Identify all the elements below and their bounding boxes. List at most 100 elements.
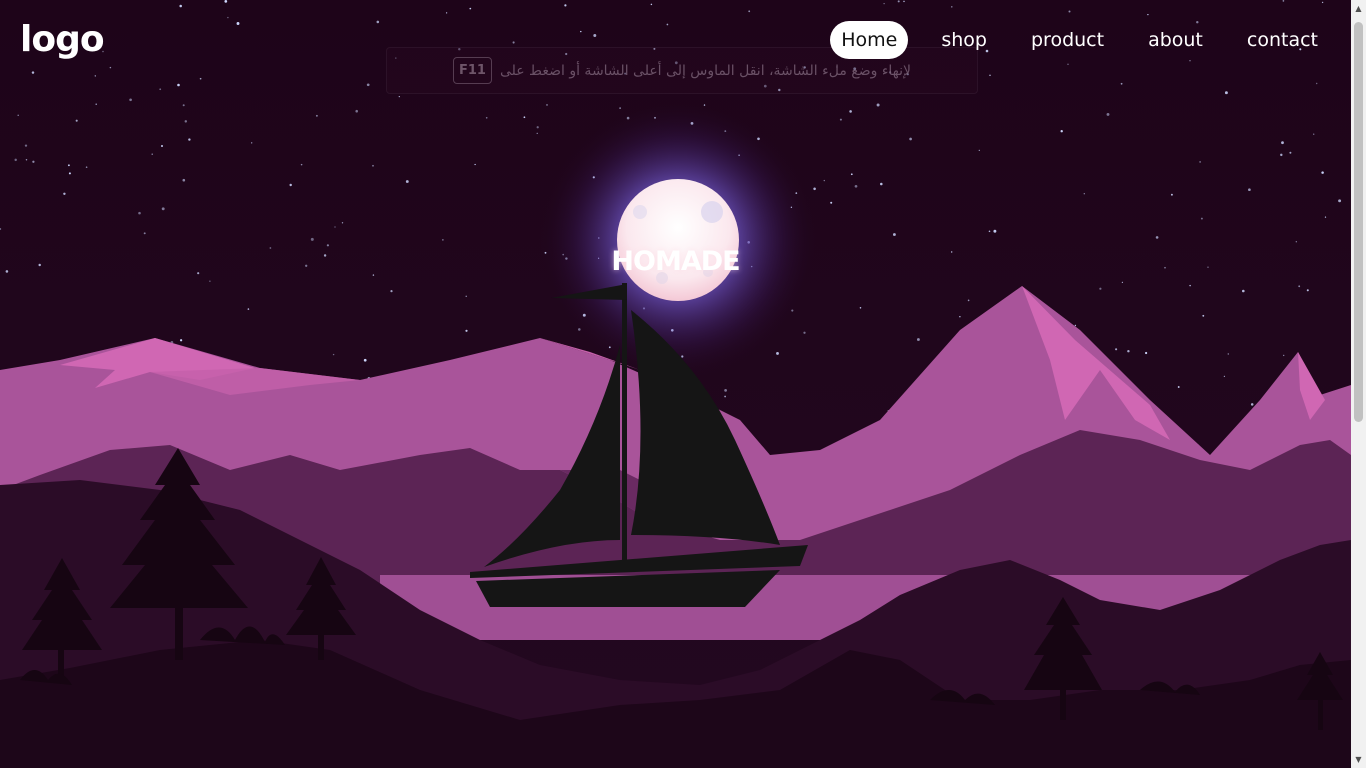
star [224, 0, 228, 3]
star [465, 329, 468, 332]
page-viewport: logo Home shop product about contact لإن… [0, 0, 1351, 768]
vertical-scrollbar[interactable]: ▲ ▼ [1351, 0, 1366, 768]
nav-shop[interactable]: shop [930, 21, 998, 59]
star [1147, 13, 1149, 16]
star [24, 144, 28, 147]
star [465, 295, 467, 297]
star [1120, 82, 1123, 85]
star [967, 299, 970, 302]
star [1289, 151, 1292, 154]
star [159, 88, 162, 91]
star [177, 83, 180, 87]
star [227, 16, 229, 19]
star [1227, 353, 1230, 355]
star [109, 66, 112, 69]
star [1223, 375, 1226, 378]
star [341, 222, 344, 224]
star [1283, 354, 1285, 357]
star [850, 173, 853, 176]
star [978, 149, 980, 152]
star [25, 159, 28, 161]
star [469, 7, 472, 10]
star [161, 145, 163, 147]
star [1067, 63, 1069, 65]
star [17, 114, 19, 117]
star [1338, 199, 1342, 203]
hero-title: HOMADE [611, 246, 740, 277]
star [199, 77, 202, 80]
star [989, 74, 991, 77]
star [536, 126, 539, 129]
scroll-thumb[interactable] [1354, 22, 1363, 422]
star [897, 0, 900, 3]
star [883, 2, 885, 5]
logo[interactable]: logo [20, 16, 105, 64]
star [830, 201, 833, 204]
star [666, 23, 669, 26]
star [151, 153, 153, 155]
star [650, 3, 653, 6]
star [523, 116, 526, 119]
star [748, 10, 751, 13]
star [1315, 82, 1318, 85]
star [332, 353, 335, 356]
star [1121, 281, 1124, 284]
star [474, 163, 476, 166]
star [988, 230, 991, 233]
star [63, 192, 66, 196]
star [1083, 193, 1085, 195]
star [1144, 351, 1148, 355]
star [376, 20, 380, 24]
star [1060, 130, 1063, 133]
star [1281, 141, 1284, 145]
star [1200, 217, 1203, 220]
star [94, 75, 96, 77]
star [1321, 1, 1324, 4]
star [619, 107, 621, 109]
nav-contact[interactable]: contact [1236, 21, 1329, 59]
star [823, 179, 825, 182]
star [1224, 91, 1228, 95]
nav-home[interactable]: Home [830, 21, 909, 59]
night-landscape-illustration [0, 0, 1351, 768]
star [813, 187, 816, 191]
star [1170, 193, 1173, 196]
star [803, 331, 806, 334]
star [366, 83, 370, 87]
star [355, 109, 358, 113]
star [442, 239, 444, 241]
star [724, 395, 726, 398]
star [1248, 188, 1251, 192]
star [546, 103, 548, 106]
star [138, 211, 141, 215]
scroll-up-icon[interactable]: ▲ [1351, 0, 1366, 17]
fullscreen-tip-text: لإنهاء وضع ملء الشاشة، انقل الماوس إلى أ… [499, 62, 912, 79]
star [580, 30, 582, 33]
star [892, 233, 896, 236]
star [161, 207, 165, 211]
star [182, 104, 185, 107]
star [405, 180, 409, 183]
scroll-down-icon[interactable]: ▼ [1351, 751, 1366, 768]
nav-about[interactable]: about [1137, 21, 1214, 59]
star [1068, 10, 1071, 13]
star [880, 182, 883, 186]
star [512, 41, 515, 44]
star [300, 163, 303, 166]
star [251, 142, 253, 144]
star [849, 110, 852, 113]
star [1321, 171, 1324, 174]
nav-product[interactable]: product [1020, 21, 1115, 59]
star [1099, 287, 1102, 290]
star [398, 95, 400, 98]
star [129, 98, 132, 102]
star [372, 164, 374, 167]
star [143, 232, 146, 235]
moon [617, 179, 739, 301]
star [85, 166, 88, 169]
main-nav: Home shop product about contact [808, 21, 1329, 59]
star [1313, 133, 1315, 135]
star [536, 132, 538, 134]
star [1202, 314, 1205, 317]
star [310, 237, 314, 241]
